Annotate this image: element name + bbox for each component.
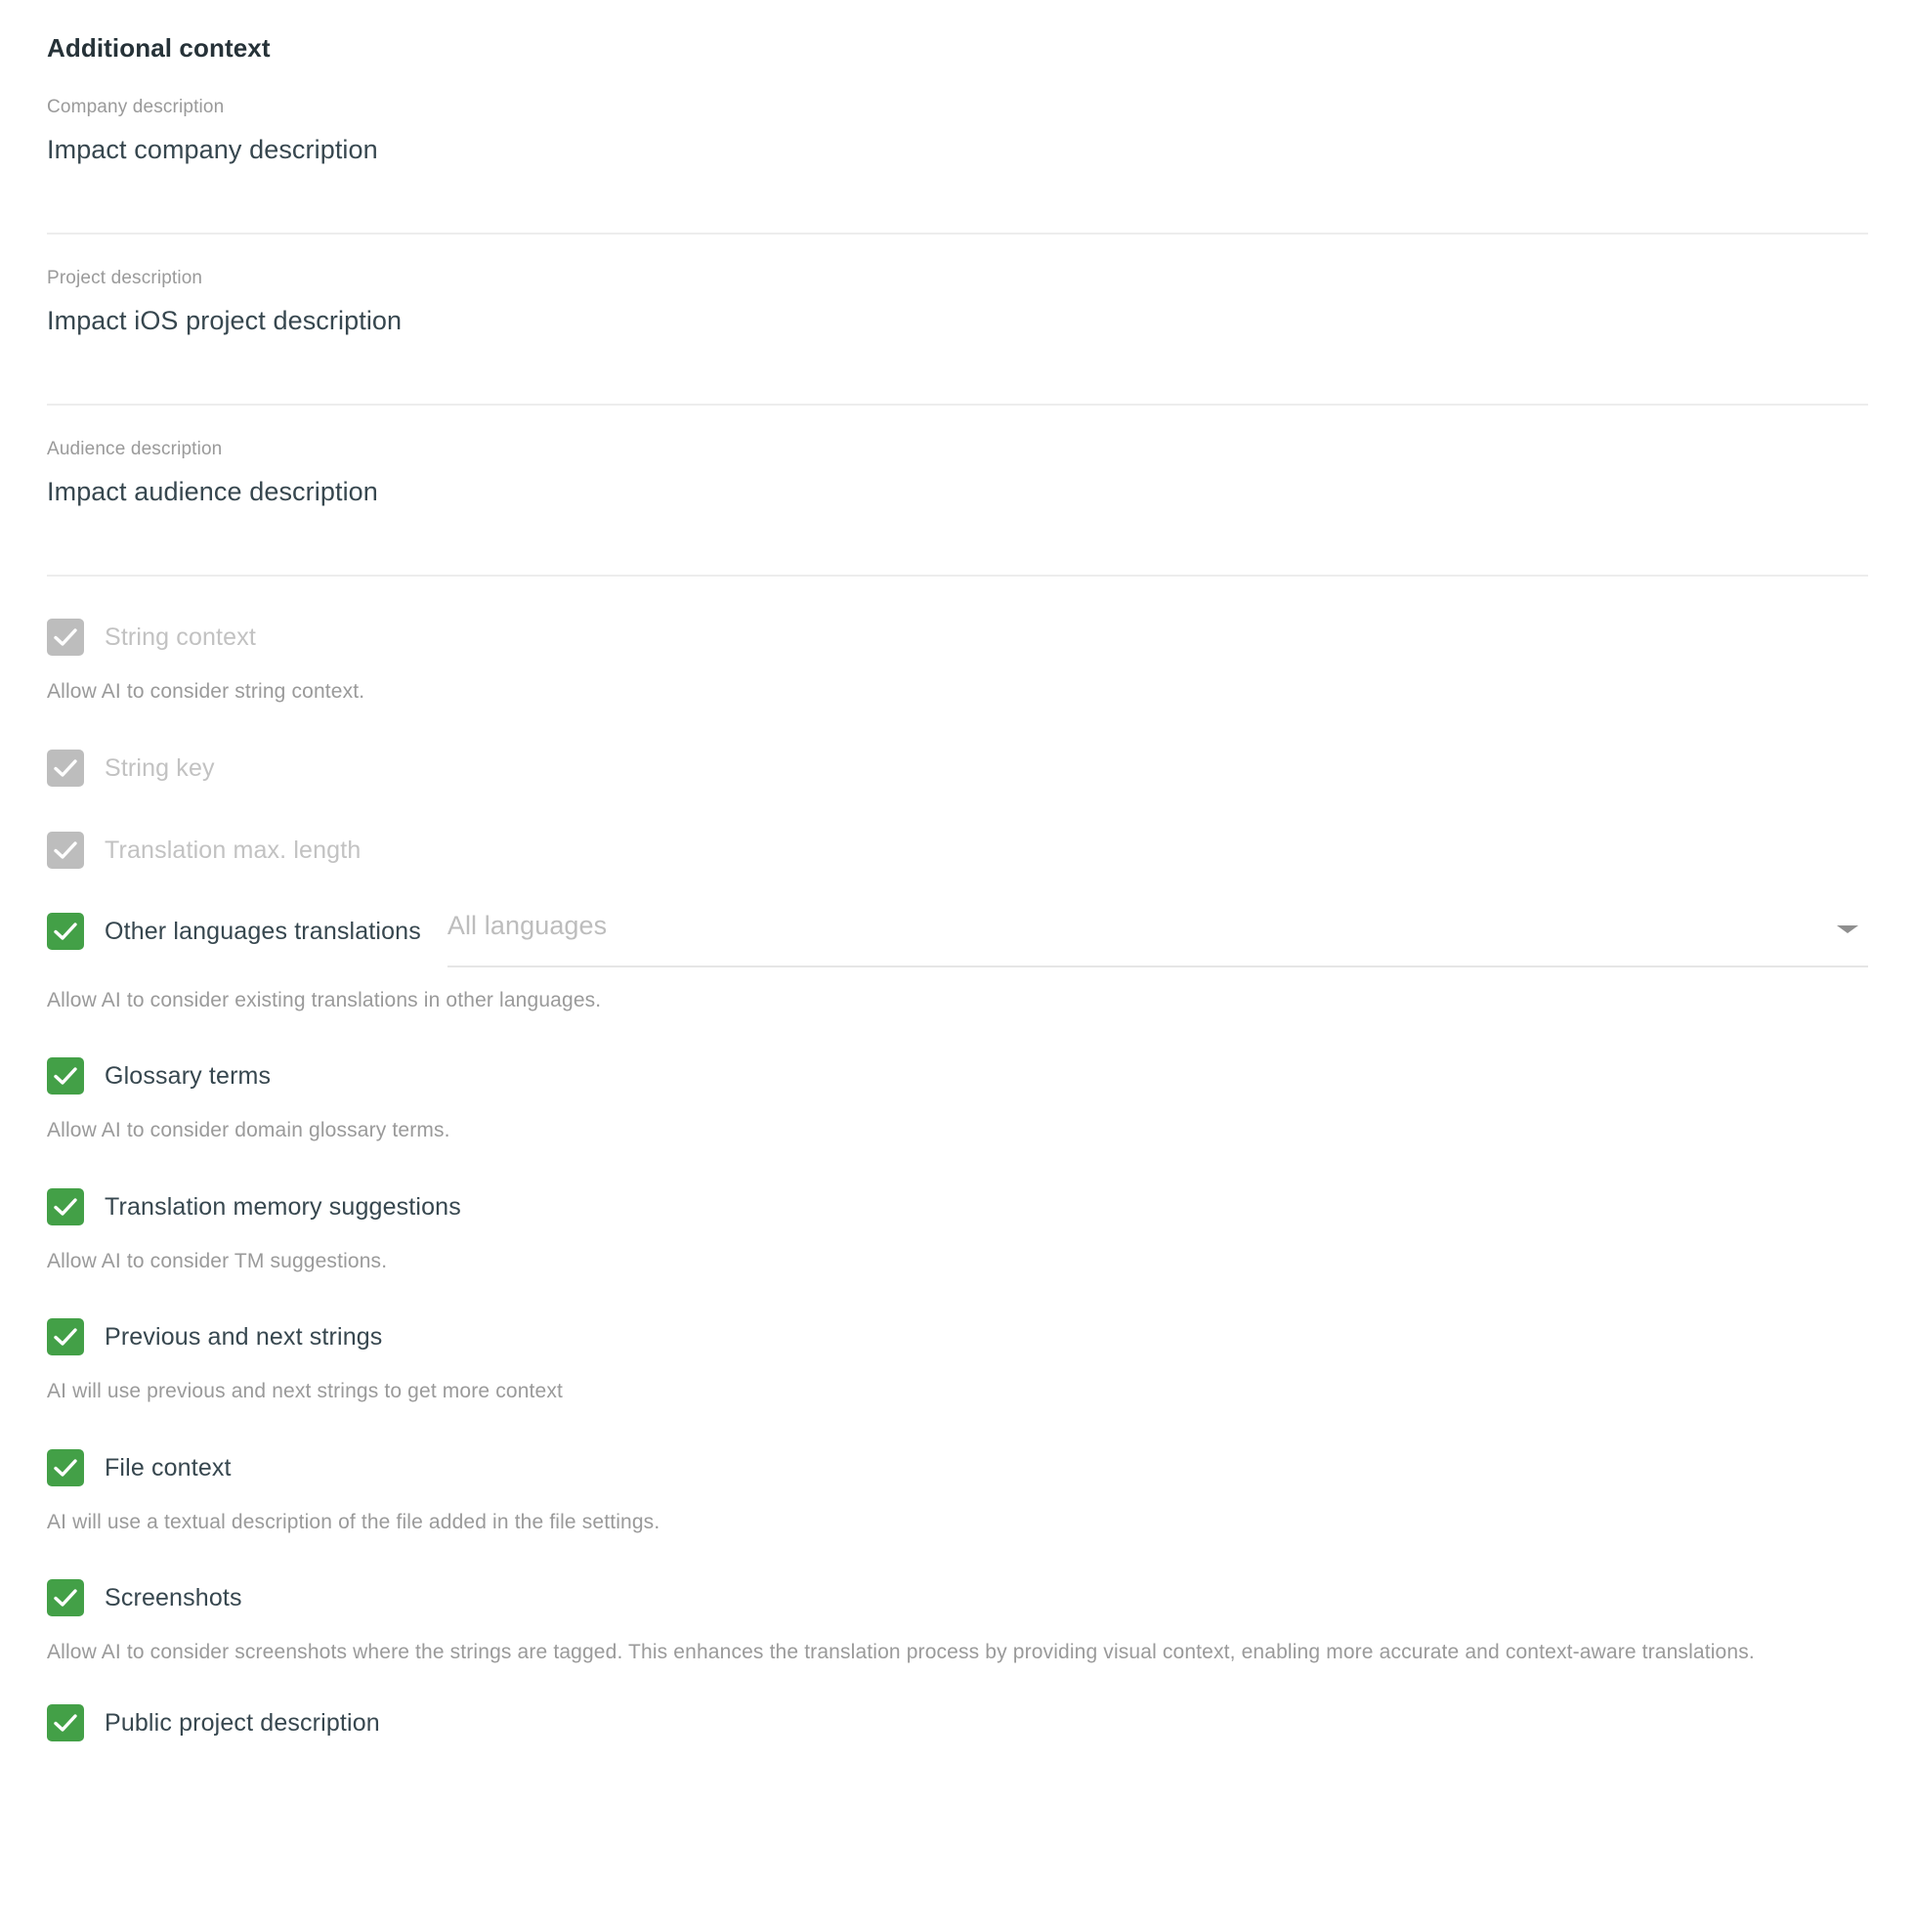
project-description-label: Project description xyxy=(47,268,203,289)
option-label-translation-max-length: Translation max. length xyxy=(105,836,362,864)
option-other-languages-checkbox-row[interactable]: Other languages translations xyxy=(47,893,421,950)
option-hint-file-context: AI will use a textual description of the… xyxy=(47,1510,660,1533)
option-label-translation-memory-suggestions: Translation memory suggestions xyxy=(105,1192,461,1221)
option-label-file-context: File context xyxy=(105,1453,232,1481)
option-hint-previous-and-next-strings: AI will use previous and next strings to… xyxy=(47,1380,563,1403)
option-glossary-terms[interactable]: Glossary terms xyxy=(47,1054,1868,1097)
audience-description-label: Audience description xyxy=(47,439,223,460)
chevron-down-icon[interactable] xyxy=(1837,924,1858,933)
checkbox-public-project-description[interactable] xyxy=(47,1703,84,1741)
checkbox-string-key xyxy=(47,749,84,787)
additional-context-panel: Additional context Company description I… xyxy=(0,0,1915,1932)
option-file-context[interactable]: File context xyxy=(47,1446,1868,1489)
checkbox-translation-max-length xyxy=(47,831,84,869)
option-label-public-project-description: Public project description xyxy=(105,1708,380,1737)
languages-select-value: All languages xyxy=(447,911,608,941)
company-description-block[interactable]: Company description Impact company descr… xyxy=(47,64,1868,236)
checkbox-previous-and-next-strings[interactable] xyxy=(47,1318,84,1356)
option-hint-screenshots: Allow AI to consider screenshots where t… xyxy=(47,1641,1755,1664)
checkbox-file-context[interactable] xyxy=(47,1448,84,1486)
project-description-value[interactable]: Impact iOS project description xyxy=(47,303,1868,338)
checkbox-translation-memory-suggestions[interactable] xyxy=(47,1187,84,1225)
option-previous-and-next-strings[interactable]: Previous and next strings xyxy=(47,1315,1868,1358)
option-hint-translation-memory-suggestions: Allow AI to consider TM suggestions. xyxy=(47,1249,388,1272)
option-translation-memory-suggestions[interactable]: Translation memory suggestions xyxy=(47,1185,1868,1228)
audience-description-block[interactable]: Audience description Impact audience des… xyxy=(47,406,1868,578)
company-description-value[interactable]: Impact company description xyxy=(47,132,1868,167)
project-description-block[interactable]: Project description Impact iOS project d… xyxy=(47,235,1868,407)
checkbox-glossary-terms[interactable] xyxy=(47,1057,84,1095)
audience-description-value[interactable]: Impact audience description xyxy=(47,474,1868,509)
option-label-string-context: String context xyxy=(105,623,256,652)
company-description-label: Company description xyxy=(47,97,225,118)
checkbox-other-languages-translations[interactable] xyxy=(47,912,84,950)
option-label-previous-and-next-strings: Previous and next strings xyxy=(105,1323,383,1352)
option-hint-string-context: Allow AI to consider string context. xyxy=(47,680,365,704)
option-hint-glossary-terms: Allow AI to consider domain glossary ter… xyxy=(47,1119,450,1142)
option-label-other-languages-translations: Other languages translations xyxy=(105,917,421,945)
context-options-list: String context Allow AI to consider stri… xyxy=(47,577,1868,1744)
option-hint-other-languages-translations: Allow AI to consider existing translatio… xyxy=(47,988,602,1011)
option-label-glossary-terms: Glossary terms xyxy=(105,1062,272,1091)
option-label-string-key: String key xyxy=(105,753,215,782)
checkbox-screenshots[interactable] xyxy=(47,1579,84,1617)
option-string-key: String key xyxy=(47,747,1868,790)
checkbox-string-context xyxy=(47,619,84,657)
option-translation-max-length: Translation max. length xyxy=(47,829,1868,872)
languages-select[interactable]: All languages xyxy=(447,893,1868,967)
option-screenshots[interactable]: Screenshots xyxy=(47,1576,1868,1619)
page-title: Additional context xyxy=(47,33,271,63)
option-public-project-description[interactable]: Public project description xyxy=(47,1701,1868,1744)
option-string-context: String context xyxy=(47,616,1868,659)
option-other-languages-translations: Other languages translations All languag… xyxy=(47,893,1868,967)
option-label-screenshots: Screenshots xyxy=(105,1584,242,1612)
